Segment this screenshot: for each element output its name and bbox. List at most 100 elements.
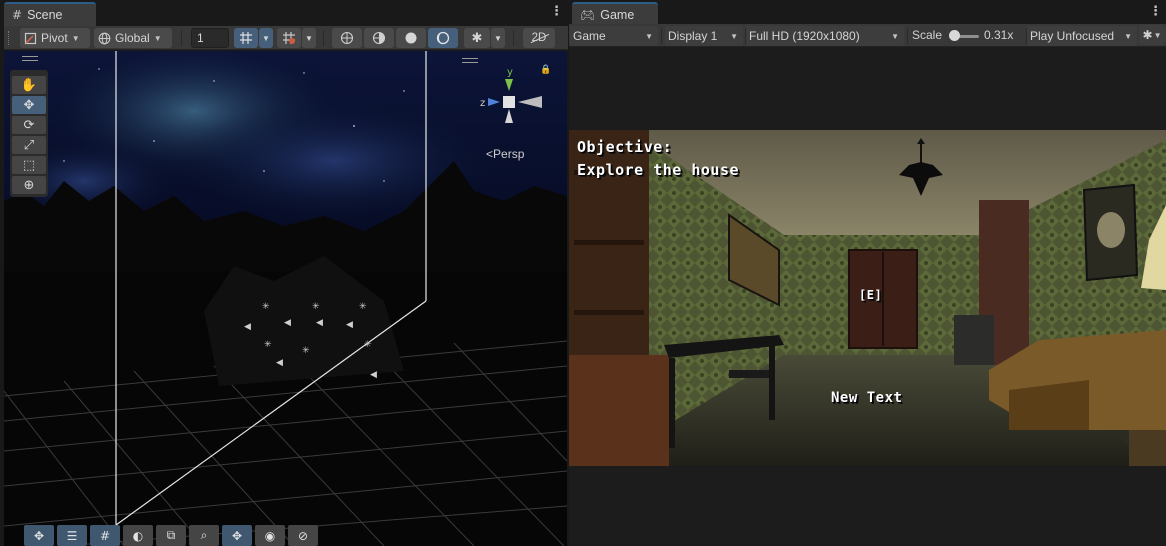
overlay-camera-button[interactable]: ◉ <box>255 525 285 546</box>
chevron-down-icon: ▼ <box>1153 30 1162 40</box>
unity-editor: # Scene ⋮ Pivot ▼ Global ▼ 1 ▼ ▼ ✱ ▼ ✳ ✳… <box>0 0 1166 546</box>
persp-arrow-icon: < <box>486 147 494 161</box>
play-mode-dropdown[interactable]: Play Unfocused ▼ <box>1027 26 1137 46</box>
scale-slider-knob[interactable] <box>948 30 960 41</box>
gizmo-x-axis[interactable] <box>518 96 542 108</box>
grid-snap-input[interactable]: 1 <box>191 28 229 48</box>
grid-icon: # <box>12 8 23 22</box>
overlay-grid-button[interactable]: # <box>90 525 120 546</box>
gizmo-z-axis[interactable] <box>488 98 500 106</box>
scene-viewport[interactable]: ✳ ✳ ✳ ✳ ✳ ✳ ◀ ◀ ◀ ◀ ◀ ◀ ✋ ✥ ⟳ ⤢ ⬚ ⊕ 🔒 y z <Pers <box>4 51 567 546</box>
shaded-sphere-icon <box>405 32 417 44</box>
sliders-icon: ☰ <box>66 528 78 543</box>
display-dropdown[interactable]: Display 1 ▼ <box>665 26 743 46</box>
rect-icon: ⬚ <box>22 157 36 173</box>
toggle-2d-label: 2D <box>530 32 549 44</box>
global-label: Global <box>115 31 150 45</box>
resolution-label: Full HD (1920x1080) <box>749 29 860 43</box>
move-tool[interactable]: ✥ <box>12 96 46 114</box>
overlay-move-button[interactable]: ✥ <box>24 525 54 546</box>
increment-snap-icon <box>283 32 295 44</box>
resolution-dropdown[interactable]: Full HD (1920x1080) ▼ <box>746 26 904 46</box>
chevron-down-icon: ▼ <box>645 31 653 41</box>
toolbar-divider <box>661 28 662 44</box>
pivot-dropdown[interactable]: Pivot ▼ <box>20 28 90 48</box>
debug-draw-mode-button[interactable]: ✱ <box>464 28 490 48</box>
gizmo-z-label: z <box>480 98 485 109</box>
svg-text:✳: ✳ <box>312 302 320 312</box>
gizmo-center[interactable] <box>503 96 515 108</box>
overlay-settings-button[interactable]: ☰ <box>57 525 87 546</box>
shaded-mode-button[interactable] <box>396 28 426 48</box>
pivot-icon <box>24 32 37 44</box>
objective-text: Explore the house <box>577 161 740 179</box>
chevron-down-icon: ▼ <box>262 33 270 43</box>
grid-snap-toggle[interactable] <box>234 28 258 48</box>
svg-text:◀: ◀ <box>244 322 251 332</box>
orientation-gizmo[interactable]: y z <box>474 65 544 135</box>
objective-title: Objective: <box>577 138 673 156</box>
layers-icon: ⧉ <box>166 528 176 542</box>
tab-game[interactable]: 🎮︎ Game <box>572 2 658 26</box>
persp-label: Persp <box>493 147 525 161</box>
display-label: Display 1 <box>668 29 718 43</box>
chevron-down-icon: ▼ <box>891 31 899 41</box>
rotate-icon: ⟳ <box>23 117 35 133</box>
svg-text:✳: ✳ <box>302 346 310 356</box>
game-mode-dropdown[interactable]: Game ▼ <box>570 26 658 46</box>
increment-snap-toggle[interactable] <box>277 28 301 48</box>
chevron-down-icon: ▼ <box>730 31 738 41</box>
grid-snap-icon <box>240 32 252 44</box>
gizmo-y-axis[interactable] <box>505 79 513 91</box>
svg-text:◀: ◀ <box>284 318 291 328</box>
wireframe-sphere-icon <box>340 31 354 45</box>
interact-prompt: [E] <box>859 288 883 302</box>
svg-text:✳: ✳ <box>359 302 367 312</box>
shaded-wireframe-mode-button[interactable] <box>364 28 394 48</box>
overlay-pivot-button[interactable]: ✥ <box>222 525 252 546</box>
svg-text:✳: ✳ <box>262 302 270 312</box>
gizmo-neg-y-axis[interactable] <box>505 109 513 123</box>
move-icon: ✥ <box>23 97 35 113</box>
wireframe-mode-button[interactable] <box>332 28 362 48</box>
bug-icon: ✱ <box>1142 28 1153 42</box>
bug-icon: ✱ <box>471 30 483 46</box>
overlay-search-button[interactable]: ⌕ <box>189 525 219 546</box>
tool-strip: ✋ ✥ ⟳ ⤢ ⬚ ⊕ <box>10 70 48 197</box>
unlit-mode-button[interactable] <box>428 28 458 48</box>
game-more-menu-icon[interactable]: ⋮ <box>1149 5 1162 18</box>
chevron-down-icon: ▼ <box>305 33 313 43</box>
rotate-tool[interactable]: ⟳ <box>12 116 46 134</box>
compass-icon: ⊘ <box>297 528 309 543</box>
toolbar-divider <box>513 30 514 46</box>
tab-scene[interactable]: # Scene <box>4 2 96 26</box>
increment-snap-menu[interactable]: ▼ <box>302 28 316 48</box>
game-mode-label: Game <box>573 29 606 43</box>
hand-tool[interactable]: ✋ <box>12 76 46 94</box>
overlay-compass-button[interactable]: ⊘ <box>288 525 318 546</box>
chevron-down-icon: ▼ <box>153 33 162 43</box>
global-dropdown[interactable]: Global ▼ <box>94 28 172 48</box>
transform-tool[interactable]: ⊕ <box>12 176 46 194</box>
scale-tool[interactable]: ⤢ <box>12 136 46 154</box>
play-mode-label: Play Unfocused <box>1030 29 1115 43</box>
grid-icon: # <box>99 528 111 543</box>
overlay-shading-button[interactable]: ◐ <box>123 525 153 546</box>
pivot-icon: ✥ <box>231 528 243 543</box>
toolbar-divider <box>323 30 324 46</box>
game-viewport[interactable]: Objective: Explore the house [E] New Tex… <box>569 130 1166 466</box>
svg-text:◀: ◀ <box>370 370 377 380</box>
unlit-sphere-icon <box>436 31 450 45</box>
debug-draw-menu[interactable]: ▼ <box>491 28 505 48</box>
overlay-layers-button[interactable]: ⧉ <box>156 525 186 546</box>
tool-strip-grip[interactable] <box>22 56 38 61</box>
scene-more-menu-icon[interactable]: ⋮ <box>550 5 563 18</box>
rect-tool[interactable]: ⬚ <box>12 156 46 174</box>
grid-snap-menu[interactable]: ▼ <box>259 28 273 48</box>
svg-text:◀: ◀ <box>276 358 283 368</box>
shaded-wireframe-icon <box>372 31 386 45</box>
game-debug-button[interactable]: ✱ ▼ <box>1139 25 1165 45</box>
persp-toggle[interactable]: <Persp <box>486 147 524 161</box>
gizmo-panel-grip[interactable] <box>462 58 478 63</box>
toggle-2d-button[interactable]: 2D <box>523 28 555 48</box>
